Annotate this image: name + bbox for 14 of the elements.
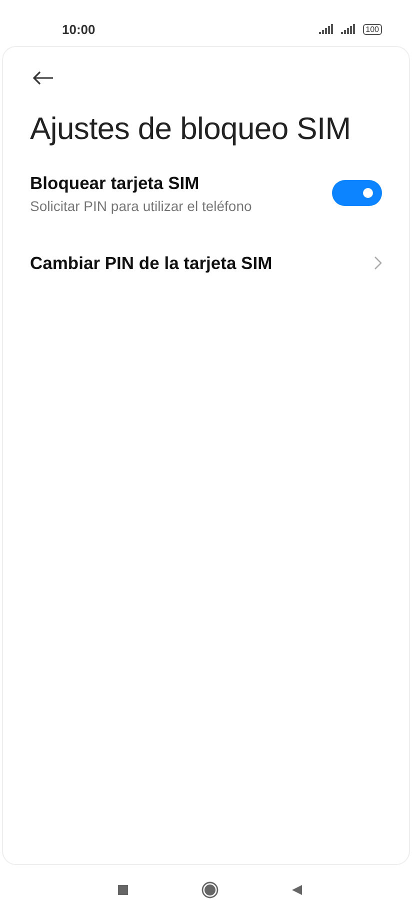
home-icon[interactable] [201,881,219,899]
back-icon[interactable] [291,884,303,896]
back-button[interactable] [32,71,54,85]
setting-label[interactable]: Bloquear tarjeta SIM [30,172,252,194]
page-title: Ajustes de bloqueo SIM [30,111,352,147]
recents-icon[interactable] [117,884,129,896]
signal-icon [318,24,335,34]
setting-summary: Solicitar PIN para utilizar el teléfono [30,198,252,214]
signal-icon [340,24,357,34]
toggle-switch[interactable] [332,180,382,206]
battery-level: 100 [362,24,382,34]
setting-label[interactable]: Cambiar PIN de la tarjeta SIM [30,252,272,274]
status-time: 10:00 [62,22,96,36]
chevron-icon [374,256,382,270]
